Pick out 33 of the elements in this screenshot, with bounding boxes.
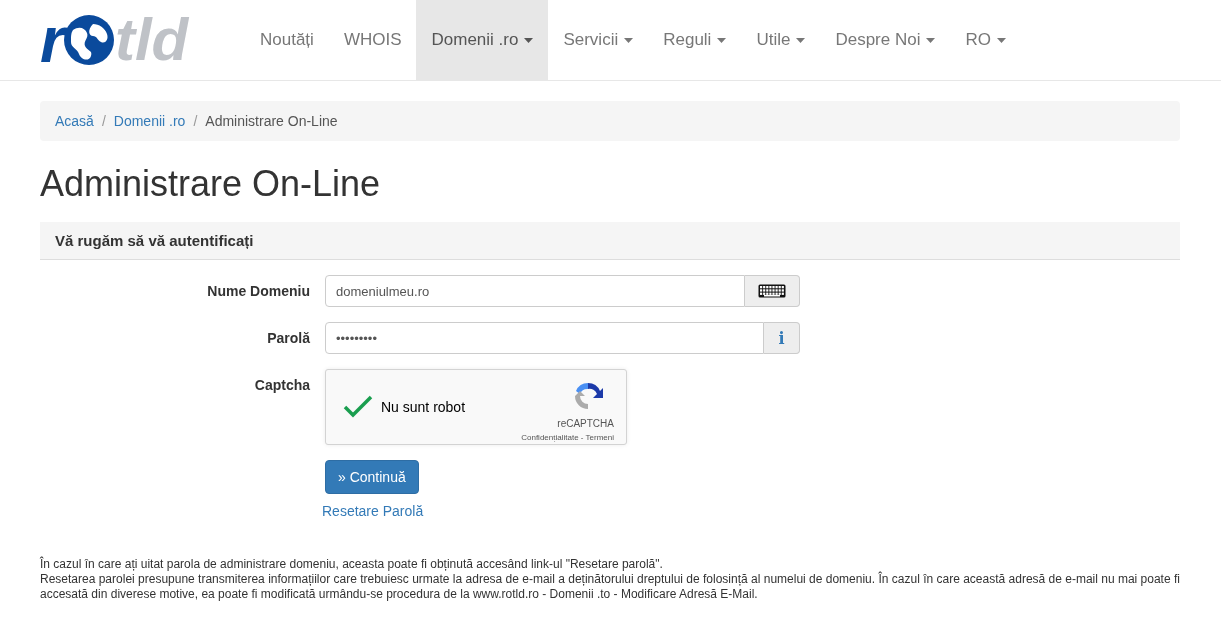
info-paragraph: Resetarea parolei presupune transmiterea informațiilor care trebuiesc urmate la adresa de e-mail a deținătorului dreptului de folosință al numelui de domeniu. În cazul în care această adresă de e-mail nu mai poate fi accesată din diverese motive, ea poate fi modificată urmându-se procedura de la www.rotld.ro - Domenii .to - Modificare Adresă E-Mail.: [40, 572, 1180, 602]
panel-heading: Vă rugăm să vă autentificați: [40, 222, 1180, 260]
breadcrumb-current: Administrare On-Line: [205, 113, 338, 129]
nav-link[interactable]: RO: [950, 0, 1021, 80]
rotld-logo[interactable]: r tld: [40, 0, 230, 80]
page-title: Administrare On-Line: [40, 163, 382, 205]
nav-link[interactable]: Servicii: [548, 0, 649, 80]
nav-link[interactable]: Domenii .ro: [416, 0, 549, 80]
recaptcha-brand: reCAPTCHA: [557, 418, 614, 429]
nav-link[interactable]: Utile: [741, 0, 821, 80]
nav-link[interactable]: Despre Noi: [820, 0, 951, 80]
info-paragraph: În cazul în care ați uitat parola de administrare domeniu, aceasta poate fi obținută accesând link-ul "Resetare parolă".: [40, 557, 664, 572]
reset-password-link[interactable]: Resetare Parolă: [322, 503, 424, 519]
breadcrumb-separator: /: [101, 113, 106, 129]
nav-link[interactable]: Reguli: [648, 0, 742, 80]
breadcrumb-link[interactable]: Domenii .ro: [113, 113, 186, 129]
info-button[interactable]: i: [764, 322, 800, 354]
nav-link[interactable]: WHOIS: [328, 0, 417, 80]
recaptcha-icon: [572, 380, 604, 412]
breadcrumb-link[interactable]: Acasă: [55, 113, 94, 129]
input-field[interactable]: •••••••••: [325, 322, 764, 354]
captcha-label: Nu sunt robot: [381, 399, 466, 415]
checkmark-icon[interactable]: [343, 395, 373, 419]
breadcrumb-separator: /: [193, 113, 198, 129]
field-label: Captcha: [253, 376, 311, 395]
input-field[interactable]: domeniulmeu.ro: [325, 275, 745, 307]
nav-link[interactable]: Noutăți: [245, 0, 329, 80]
keyboard-icon: [758, 284, 786, 298]
field-label: Parolă: [266, 329, 311, 348]
continue-button[interactable]: » Continuă: [325, 460, 419, 494]
keyboard-button[interactable]: [745, 275, 800, 307]
privacy-terms-link[interactable]: Confidențialitate - Termeni: [521, 433, 614, 442]
field-label: Nume Domeniu: [206, 282, 311, 301]
